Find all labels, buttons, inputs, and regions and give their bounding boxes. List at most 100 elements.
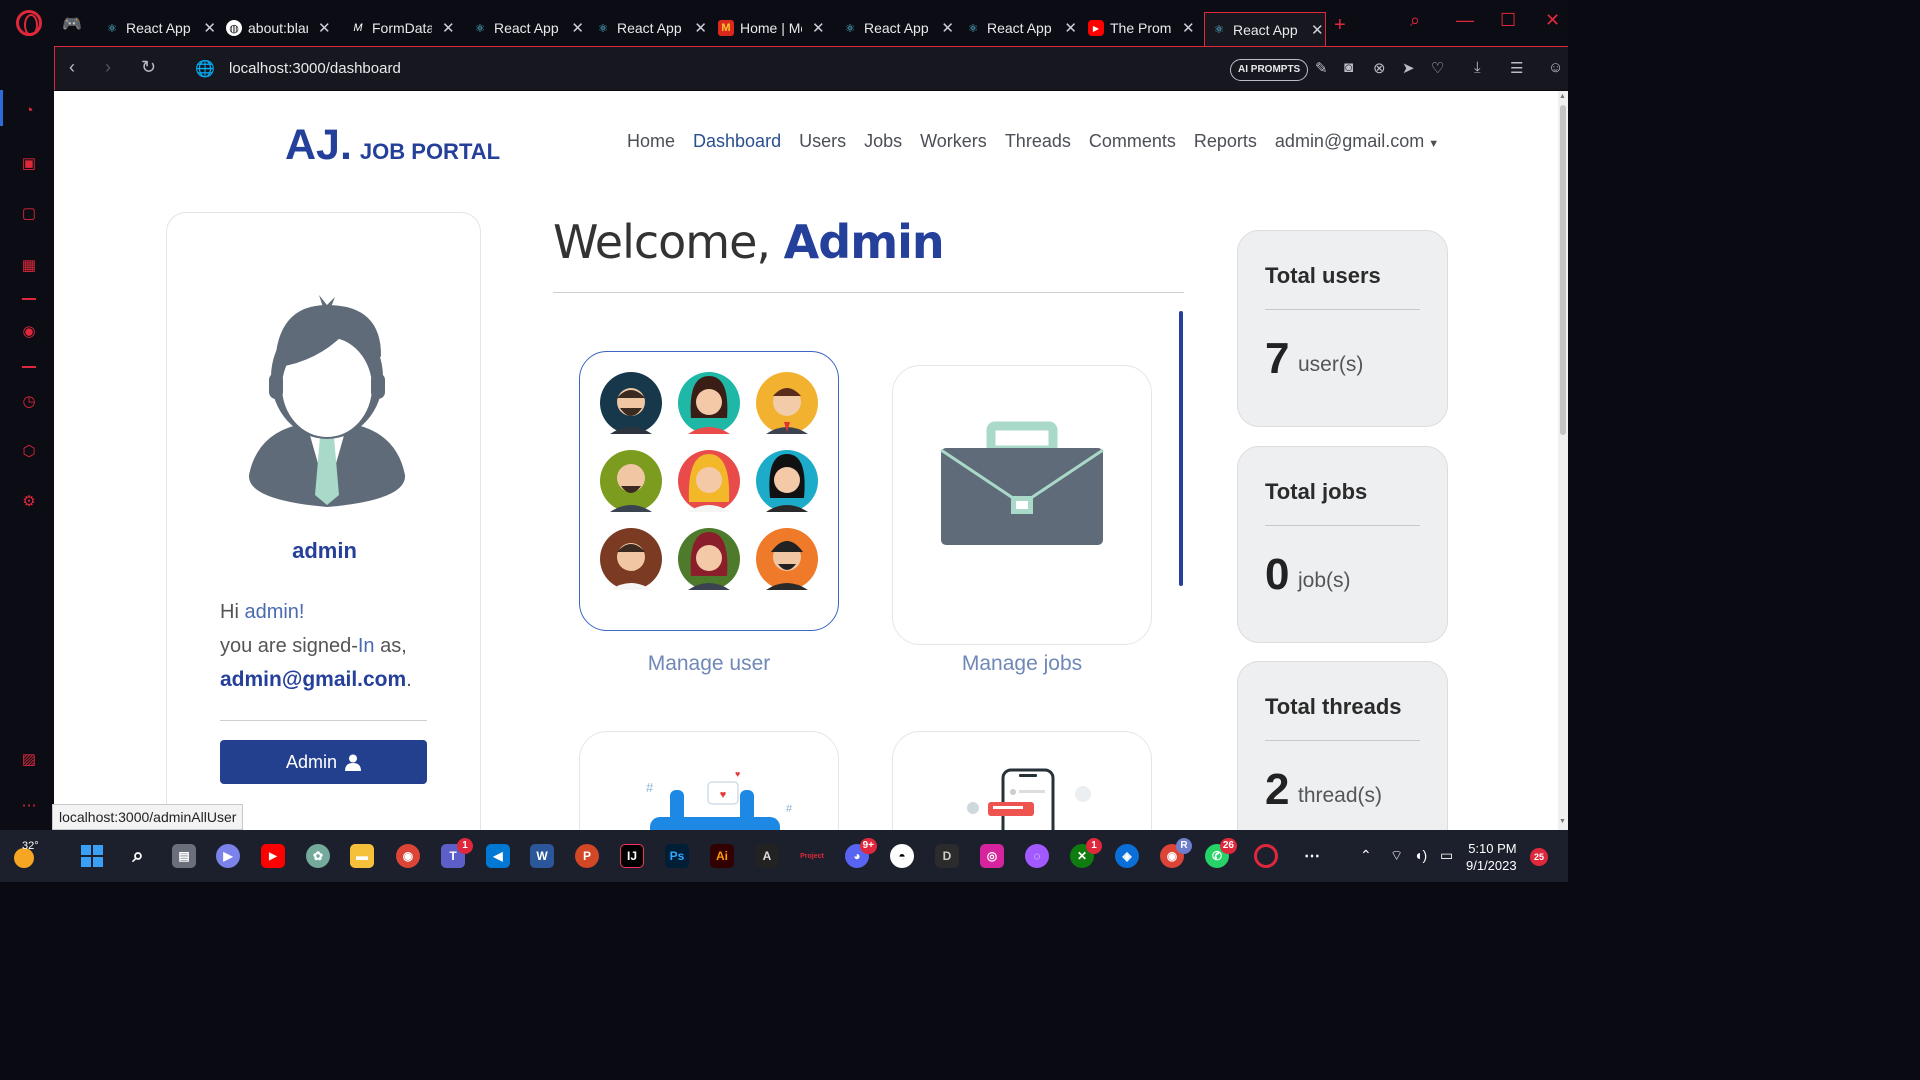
close-tab-icon[interactable]: ✕	[1182, 19, 1195, 37]
content-scroll-indicator[interactable]	[1179, 311, 1183, 586]
site-info-icon[interactable]: 🌐	[195, 59, 215, 79]
youtube-icon[interactable]: ▶	[261, 844, 285, 868]
notification-badge[interactable]: 25	[1530, 848, 1548, 866]
tab-react-app-4[interactable]: ⚛ React App ✕	[836, 10, 954, 46]
edit-icon[interactable]: ✎	[1315, 59, 1328, 77]
azure-data-icon[interactable]: ◈	[1115, 844, 1139, 868]
adblock-icon[interactable]: ⊗	[1373, 59, 1386, 77]
manage-threads-card[interactable]: ♥ ♥ # #	[579, 731, 839, 830]
minimize-icon[interactable]: —	[1456, 10, 1474, 31]
nav-workers[interactable]: Workers	[920, 131, 987, 152]
gamepad-icon[interactable]: 🎮	[62, 14, 82, 34]
github-icon[interactable]: ◓	[890, 844, 914, 868]
scrollbar-thumb[interactable]	[1560, 105, 1566, 435]
weather-widget[interactable]: 32°	[10, 840, 39, 870]
account-dropdown[interactable]: admin@gmail.com ▼	[1275, 131, 1439, 152]
close-tab-icon[interactable]: ✕	[318, 19, 331, 37]
powerpoint-icon[interactable]: P	[575, 844, 599, 868]
ai-prompts-button[interactable]: AI PROMPTS	[1230, 59, 1309, 81]
chrome-icon[interactable]: ◉	[396, 844, 420, 868]
tab-react-app-active[interactable]: ⚛ React App ✕	[1204, 12, 1326, 46]
page-scrollbar[interactable]: ▲ ▼	[1558, 91, 1568, 830]
history-icon[interactable]: ◷	[19, 392, 39, 412]
adobe-app-icon[interactable]: A	[755, 844, 779, 868]
manage-user-card[interactable]	[579, 351, 839, 631]
player-icon[interactable]: ◉	[19, 322, 39, 342]
nav-comments[interactable]: Comments	[1089, 131, 1176, 152]
system-clock[interactable]: 5:10 PM 9/1/2023	[1466, 840, 1517, 874]
tab-mcdonalds[interactable]: M Home | Mc ✕	[712, 10, 830, 46]
project-app-icon[interactable]: Project	[800, 844, 824, 868]
back-icon[interactable]: ‹	[69, 57, 75, 78]
more-icon[interactable]: ⋯	[19, 796, 39, 816]
url-field[interactable]: localhost:3000/dashboard	[229, 60, 401, 77]
site-logo[interactable]: AJ. JOB PORTAL	[285, 121, 500, 170]
word-icon[interactable]: W	[530, 844, 554, 868]
close-tab-icon[interactable]: ✕	[1311, 21, 1324, 39]
intellij-icon[interactable]: IJ	[620, 844, 644, 868]
discord-icon[interactable]: ◕ 9+	[845, 838, 877, 868]
nav-reports[interactable]: Reports	[1194, 131, 1257, 152]
illustrator-icon[interactable]: Ai	[710, 844, 734, 868]
nav-threads[interactable]: Threads	[1005, 131, 1071, 152]
snapshot-icon[interactable]: ▨	[19, 750, 39, 770]
nav-home[interactable]: Home	[627, 131, 675, 152]
volume-icon[interactable]: ◖)	[1414, 847, 1427, 863]
camera-icon[interactable]: ◙	[1344, 59, 1353, 76]
tab-react-app-3[interactable]: ⚛ React App ✕	[589, 10, 707, 46]
tab-react-app-2[interactable]: ⚛ React App ✕	[466, 10, 584, 46]
manage-user-link[interactable]: Manage user	[579, 652, 839, 676]
chip-icon[interactable]: ▦	[19, 256, 39, 276]
easy-setup-icon[interactable]: ☰	[1510, 59, 1523, 77]
twitch-icon[interactable]: ▢	[19, 204, 39, 224]
close-tab-icon[interactable]: ✕	[941, 19, 954, 37]
windows-start-icon[interactable]	[80, 844, 104, 868]
file-explorer-icon[interactable]: ▬	[350, 844, 374, 868]
chatgpt-icon[interactable]: ✿	[306, 844, 330, 868]
close-tab-icon[interactable]: ✕	[571, 19, 584, 37]
tab-react-app-5[interactable]: ⚛ React App ✕	[959, 10, 1077, 46]
send-icon[interactable]: ➤	[1402, 59, 1415, 77]
manage-jobs-card[interactable]	[892, 365, 1152, 645]
chrome-profile-icon[interactable]: ◉ R	[1160, 838, 1192, 868]
close-tab-icon[interactable]: ✕	[442, 19, 455, 37]
shopping-icon[interactable]: ▣	[19, 154, 39, 174]
messenger-icon[interactable]: ◌	[1025, 844, 1049, 868]
search-icon[interactable]: ⌕	[126, 844, 150, 868]
whatsapp-icon[interactable]: ✆ 26	[1205, 838, 1237, 868]
show-hidden-icons[interactable]: ⌃	[1360, 847, 1372, 864]
tab-youtube[interactable]: ▶ The Promi ✕	[1082, 10, 1200, 46]
maximize-icon[interactable]: ☐	[1500, 10, 1516, 31]
opera-taskbar-icon[interactable]	[1254, 844, 1278, 868]
download-icon[interactable]: ⤓	[1474, 59, 1481, 76]
scroll-up-icon[interactable]: ▲	[1559, 93, 1566, 100]
nav-dashboard[interactable]: Dashboard	[693, 131, 781, 152]
profile-icon[interactable]: ☺	[1548, 59, 1563, 76]
heart-icon[interactable]: ♡	[1431, 59, 1444, 77]
reload-icon[interactable]: ↻	[141, 57, 156, 78]
dev-app-icon[interactable]: D	[935, 844, 959, 868]
vscode-icon[interactable]: ◀	[486, 844, 510, 868]
admin-button[interactable]: Admin	[220, 740, 427, 784]
wifi-icon[interactable]: ⌔	[1390, 847, 1403, 865]
settings-gear-icon[interactable]: ⚙	[19, 492, 39, 512]
new-tab-icon[interactable]: +	[1334, 14, 1346, 37]
teams-icon[interactable]: T1	[441, 838, 473, 868]
forward-icon[interactable]: ›	[105, 57, 111, 78]
more-apps-icon[interactable]: ⋯	[1300, 844, 1324, 868]
close-tab-icon[interactable]: ✕	[203, 19, 216, 37]
tab-about-blank[interactable]: ◍ about:blank ✕	[220, 10, 338, 46]
close-tab-icon[interactable]: ✕	[694, 19, 707, 37]
tab-formdata[interactable]: M FormData ✕	[344, 10, 462, 46]
tab-react-app-1[interactable]: ⚛ React App ✕	[98, 10, 216, 46]
close-tab-icon[interactable]: ✕	[1064, 19, 1077, 37]
task-view-icon[interactable]: ▤	[172, 844, 196, 868]
manage-jobs-link[interactable]: Manage jobs	[892, 652, 1152, 676]
extensions-cube-icon[interactable]: ⬡	[19, 442, 39, 462]
close-tab-icon[interactable]: ✕	[812, 19, 825, 37]
opera-logo-icon[interactable]	[16, 10, 42, 36]
close-window-icon[interactable]: ✕	[1545, 10, 1560, 31]
instagram-icon[interactable]: ◎	[980, 844, 1004, 868]
photoshop-icon[interactable]: Ps	[665, 844, 689, 868]
manage-comments-card[interactable]	[892, 731, 1152, 830]
